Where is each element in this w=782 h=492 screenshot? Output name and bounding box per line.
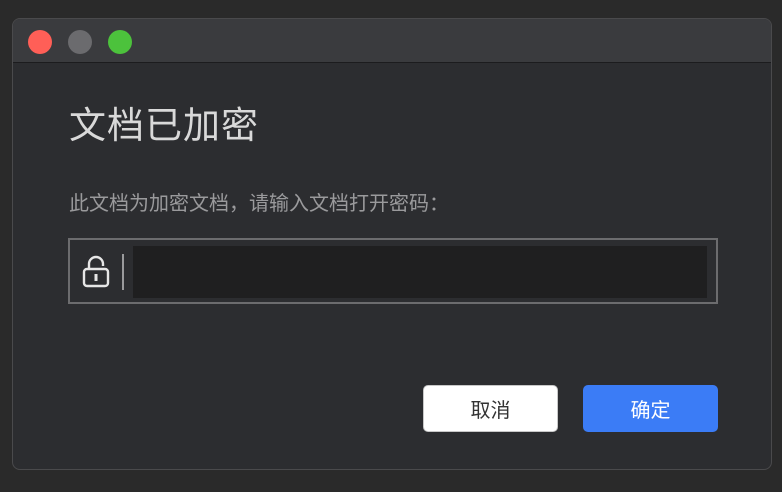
password-input[interactable] — [133, 246, 707, 298]
lock-icon — [82, 254, 110, 288]
close-window-button[interactable] — [28, 30, 52, 54]
title-bar — [13, 19, 771, 63]
password-field-container — [68, 238, 718, 304]
cancel-button[interactable]: 取消 — [423, 385, 558, 432]
minimize-window-button[interactable] — [68, 30, 92, 54]
dialog-title: 文档已加密 — [69, 104, 259, 147]
zoom-window-button[interactable] — [108, 30, 132, 54]
field-divider — [122, 254, 124, 290]
confirm-button[interactable]: 确定 — [583, 385, 718, 432]
dialog-prompt: 此文档为加密文档，请输入文档打开密码： — [69, 191, 449, 215]
password-dialog-window: 文档已加密 此文档为加密文档，请输入文档打开密码： 取消 确定 — [12, 18, 772, 470]
